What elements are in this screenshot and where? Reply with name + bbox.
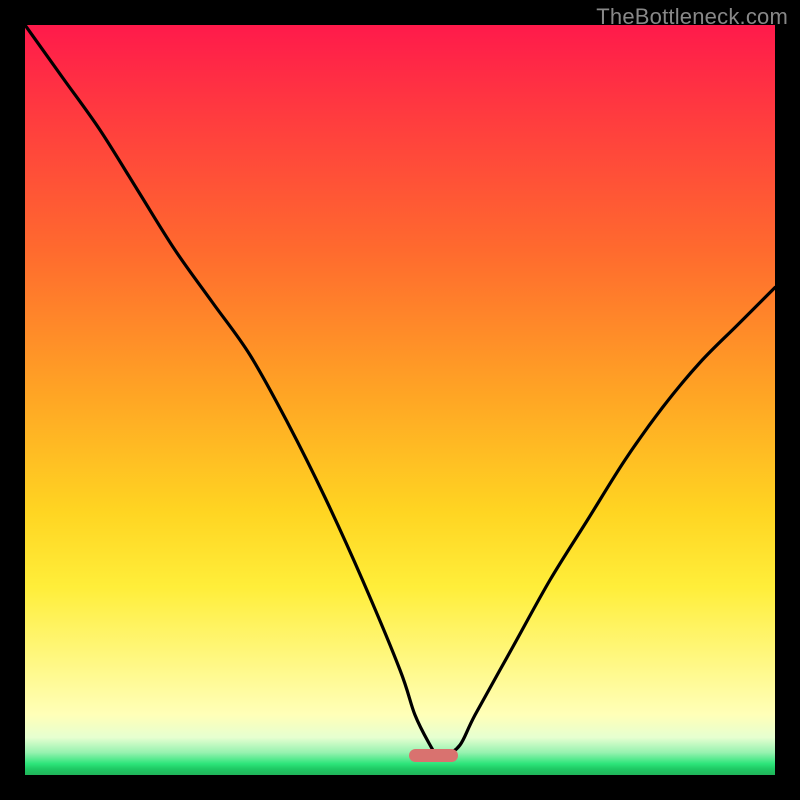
bottleneck-curve — [25, 25, 775, 775]
curve-path — [25, 25, 775, 757]
plot-area — [25, 25, 775, 775]
optimum-marker — [409, 749, 458, 762]
chart-frame: TheBottleneck.com — [0, 0, 800, 800]
watermark-text: TheBottleneck.com — [596, 4, 788, 30]
